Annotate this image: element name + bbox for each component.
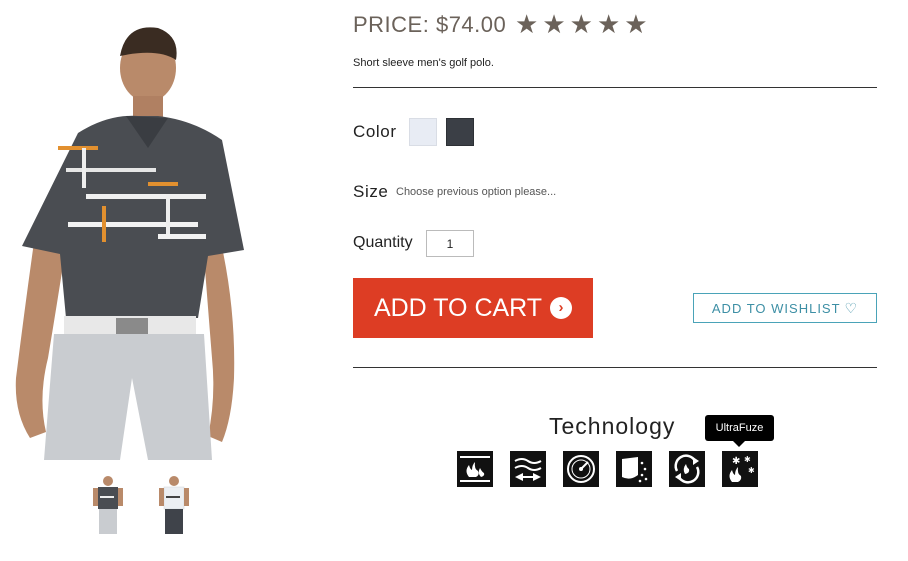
thumbnail-list: [90, 474, 192, 536]
shield-icon[interactable]: [616, 451, 652, 487]
gauge-icon[interactable]: [563, 451, 599, 487]
heat-icon[interactable]: [457, 451, 493, 487]
star-icon: ★: [624, 9, 648, 39]
size-label: Size: [353, 182, 389, 201]
add-to-wishlist-button[interactable]: ADD TO WISHLIST ♡: [693, 293, 877, 323]
heart-icon: ♡: [844, 299, 859, 316]
product-price: PRICE: $74.00: [353, 12, 507, 37]
color-swatch-charcoal[interactable]: [446, 118, 474, 146]
recycle-icon[interactable]: [669, 451, 705, 487]
technology-heading: Technology: [549, 413, 676, 439]
airflow-icon[interactable]: [510, 451, 546, 487]
star-icon: ★: [569, 9, 593, 39]
svg-text:✱: ✱: [748, 466, 755, 475]
rating-stars: ★ ★ ★ ★ ★: [515, 8, 648, 40]
add-to-wishlist-label: ADD TO WISHLIST: [711, 300, 841, 316]
star-icon: ★: [515, 9, 539, 39]
star-icon: ★: [542, 9, 566, 39]
quantity-label: Quantity: [353, 234, 413, 251]
star-icon: ★: [596, 9, 621, 39]
product-description: Short sleeve men's golf polo.: [353, 57, 494, 69]
chevron-right-circle-icon: ›: [550, 297, 573, 319]
divider: [353, 367, 877, 368]
add-to-cart-button[interactable]: ADD TO CART ›: [353, 278, 593, 338]
technology-tooltip: UltraFuze: [705, 415, 774, 447]
color-label: Color: [353, 122, 397, 141]
size-hint: Choose previous option please...: [396, 186, 557, 198]
divider: [353, 87, 877, 88]
ultrafuze-icon[interactable]: ✱ ✱ ✱: [722, 451, 758, 487]
color-swatch-white[interactable]: [409, 118, 437, 146]
thumbnail-charcoal[interactable]: [90, 474, 126, 536]
product-main-image: [8, 18, 253, 460]
thumbnail-white[interactable]: [156, 474, 192, 536]
add-to-cart-label: ADD TO CART: [373, 293, 543, 322]
svg-text:✱: ✱: [732, 456, 740, 467]
svg-text:✱: ✱: [744, 455, 751, 464]
technology-icons: ✱ ✱ ✱: [457, 451, 758, 487]
quantity-input[interactable]: [426, 230, 474, 257]
